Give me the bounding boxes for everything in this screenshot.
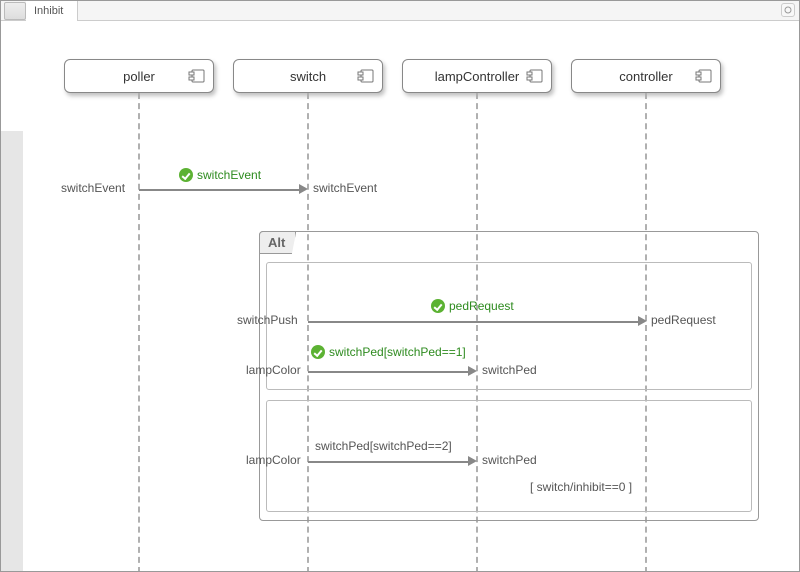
component-icon	[187, 66, 207, 86]
lifeline-label: switch	[290, 69, 326, 84]
message-from-label: switchPush	[237, 313, 298, 327]
arrowhead-icon	[638, 316, 647, 326]
lifeline-dash	[138, 93, 140, 572]
arrowhead-icon	[468, 456, 477, 466]
message-to-label: switchEvent	[313, 181, 377, 195]
tab-bar: Inhibit	[1, 1, 799, 21]
message-to-label: pedRequest	[651, 313, 716, 327]
diagram-window: Inhibit poller switch lampController	[0, 0, 800, 572]
check-icon	[431, 299, 445, 313]
message-from-label: lampColor	[246, 363, 301, 377]
message-to-label: switchPed	[482, 453, 537, 467]
lifeline-lampcontroller[interactable]: lampController	[402, 59, 552, 93]
message-name: switchPed[switchPed==2]	[315, 439, 452, 453]
message-name: switchPed[switchPed==1]	[311, 345, 466, 359]
component-icon	[525, 66, 545, 86]
message-arrow[interactable]	[308, 321, 638, 323]
message-arrow[interactable]	[139, 189, 299, 191]
arrowhead-icon	[299, 184, 308, 194]
message-from-label: switchEvent	[61, 181, 125, 195]
check-icon	[311, 345, 325, 359]
component-icon	[356, 66, 376, 86]
tab-drag-handle[interactable]	[4, 2, 26, 20]
lifeline-switch[interactable]: switch	[233, 59, 383, 93]
message-arrow[interactable]	[308, 371, 468, 373]
arrowhead-icon	[468, 366, 477, 376]
message-from-label: lampColor	[246, 453, 301, 467]
sequence-canvas[interactable]: poller switch lampController controller	[1, 21, 799, 572]
message-arrow[interactable]	[308, 461, 468, 463]
close-icon[interactable]	[781, 3, 795, 17]
lifeline-label: poller	[123, 69, 155, 84]
lifeline-label: controller	[619, 69, 672, 84]
lifeline-controller[interactable]: controller	[571, 59, 721, 93]
lifeline-label: lampController	[435, 69, 520, 84]
check-icon	[179, 168, 193, 182]
tab-label: Inhibit	[34, 5, 63, 17]
alt-operator-tag: Alt	[259, 231, 296, 254]
message-name: pedRequest	[431, 299, 514, 313]
message-to-label: switchPed	[482, 363, 537, 377]
message-name: switchEvent	[179, 168, 261, 182]
ruler-gutter	[1, 131, 23, 572]
tab-inhibit[interactable]: Inhibit	[26, 1, 78, 21]
lifeline-poller[interactable]: poller	[64, 59, 214, 93]
component-icon	[694, 66, 714, 86]
